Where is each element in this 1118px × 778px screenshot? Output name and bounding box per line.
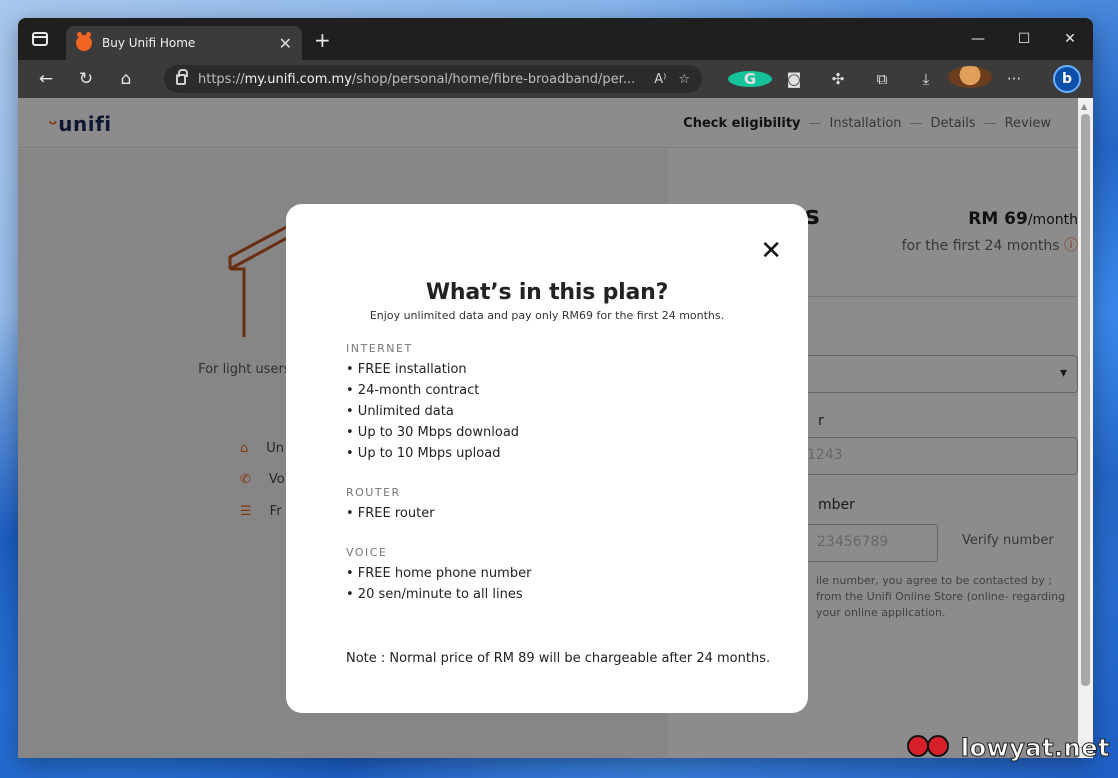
refresh-icon[interactable]: ↻ xyxy=(66,69,106,89)
window-controls: — ☐ ✕ xyxy=(955,18,1093,60)
scrollbar-thumb[interactable] xyxy=(1081,114,1090,686)
watermark-text: lowyat.net xyxy=(960,734,1110,763)
close-window-icon[interactable]: ✕ xyxy=(1047,18,1093,60)
close-modal-icon[interactable]: ✕ xyxy=(760,238,782,264)
close-tab-icon[interactable]: ✕ xyxy=(279,34,292,53)
pricing-note: Note : Normal price of RM 89 will be cha… xyxy=(346,651,771,666)
downloads-icon[interactable]: ⤓ xyxy=(904,70,948,88)
list-item: • 20 sen/minute to all lines xyxy=(346,587,523,602)
voice-list: • FREE home phone number • 20 sen/minute… xyxy=(346,563,748,605)
extension-icons: G ◙ ✣ ⧉ ⤓ ··· xyxy=(728,60,1036,98)
section-heading-voice: VOICE xyxy=(346,546,388,559)
url-text: https://my.unifi.com.my/shop/personal/ho… xyxy=(198,71,636,87)
tab-actions-icon[interactable] xyxy=(32,32,48,46)
more-options-icon[interactable]: ··· xyxy=(992,70,1036,88)
bing-icon[interactable]: b xyxy=(1053,65,1081,93)
list-item: • Up to 10 Mbps upload xyxy=(346,446,501,461)
list-item: • Up to 30 Mbps download xyxy=(346,425,520,440)
tab-title: Buy Unifi Home xyxy=(102,36,196,50)
page-viewport: ᵕunifi Check eligibility — Installation … xyxy=(18,98,1093,758)
unifi-favicon-icon xyxy=(76,32,92,51)
modal-title: What’s in this plan? xyxy=(425,280,669,305)
collections-icon[interactable]: ⧉ xyxy=(860,70,904,88)
profile-avatar[interactable] xyxy=(948,66,992,92)
tab-bar: Buy Unifi Home ✕ + — ☐ ✕ xyxy=(18,18,1093,60)
section-heading-internet: INTERNET xyxy=(346,342,413,355)
favorite-star-icon[interactable]: ☆ xyxy=(678,72,690,87)
list-item: • Unlimited data xyxy=(346,404,454,419)
list-item: • FREE router xyxy=(346,506,435,521)
internet-list: • FREE installation • 24-month contract … xyxy=(346,359,748,464)
grammarly-icon[interactable]: G xyxy=(728,70,772,88)
minimize-icon[interactable]: — xyxy=(955,18,1001,60)
lock-icon[interactable] xyxy=(176,68,188,85)
scroll-up-icon[interactable]: ▲ xyxy=(1081,102,1087,111)
camera-icon[interactable]: ◙ xyxy=(772,70,816,88)
router-list: • FREE router xyxy=(346,503,748,524)
tab-active[interactable]: Buy Unifi Home ✕ xyxy=(66,26,302,60)
address-bar[interactable]: https://my.unifi.com.my/shop/personal/ho… xyxy=(164,65,702,93)
browser-window: Buy Unifi Home ✕ + — ☐ ✕ ← ↻ ⌂ https://m… xyxy=(18,18,1093,758)
section-heading-router: ROUTER xyxy=(346,486,401,499)
extensions-icon[interactable]: ✣ xyxy=(816,70,860,88)
read-aloud-icon[interactable]: A⁾ xyxy=(654,72,666,87)
browser-toolbar: ← ↻ ⌂ https://my.unifi.com.my/shop/perso… xyxy=(18,60,1093,98)
maximize-icon[interactable]: ☐ xyxy=(1001,18,1047,60)
list-item: • FREE installation xyxy=(346,362,467,377)
lowyat-mascot-icon xyxy=(906,735,953,761)
list-item: • FREE home phone number xyxy=(346,566,532,581)
modal-subtitle: Enjoy unlimited data and pay only RM69 f… xyxy=(369,309,725,322)
back-icon[interactable]: ← xyxy=(26,69,66,89)
plan-details-modal: ✕ What’s in this plan? Enjoy unlimited d… xyxy=(286,204,808,713)
page-scrollbar[interactable]: ▲ ▼ xyxy=(1078,98,1093,758)
home-icon[interactable]: ⌂ xyxy=(106,69,146,89)
new-tab-icon[interactable]: + xyxy=(314,28,331,52)
watermark: lowyat.net xyxy=(906,734,1110,763)
list-item: • 24-month contract xyxy=(346,383,480,398)
